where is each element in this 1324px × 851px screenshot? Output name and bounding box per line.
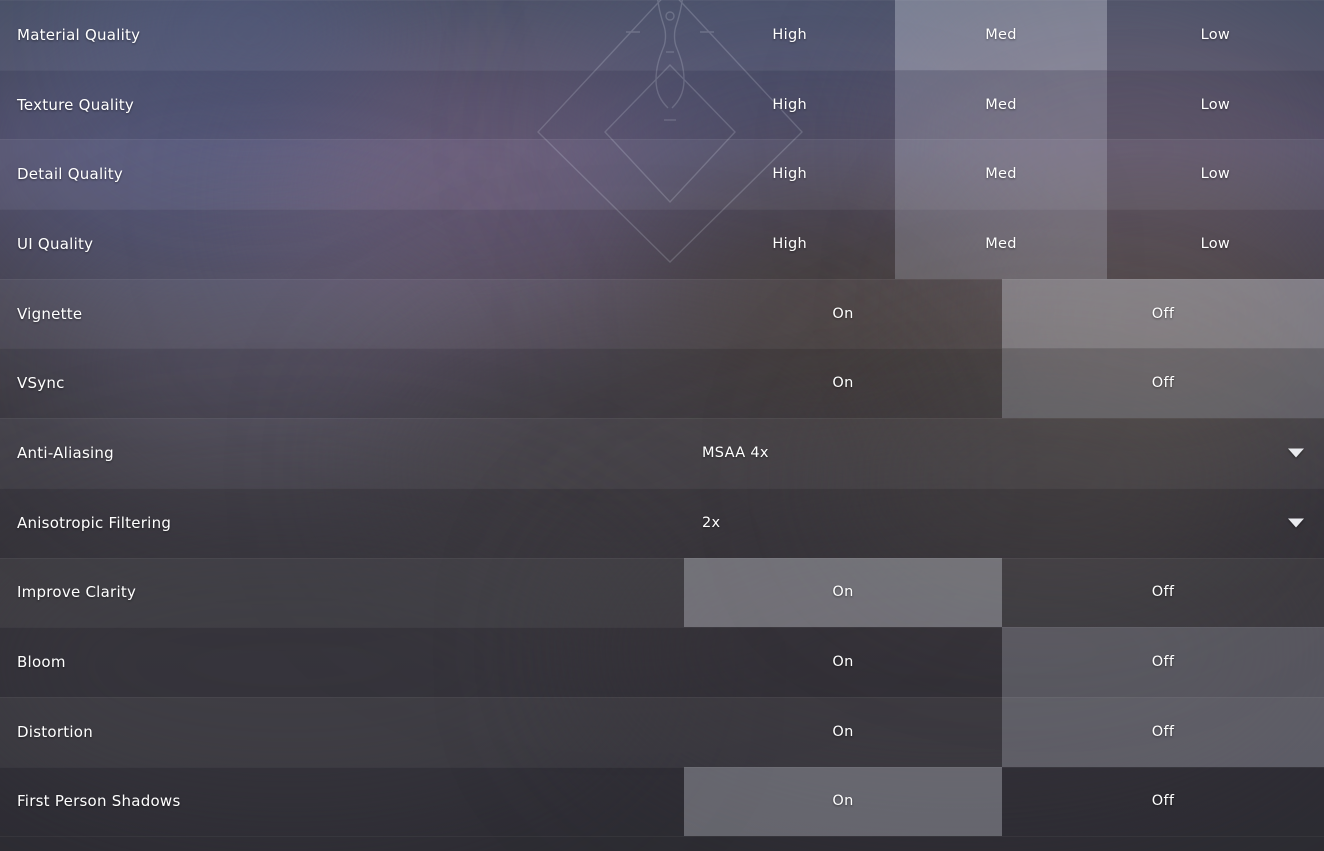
setting-row-detail-quality: Detail Quality High Med Low — [0, 139, 1324, 210]
setting-label: Material Quality — [17, 25, 141, 44]
option-bloom-off[interactable]: Off — [1002, 627, 1324, 697]
dropdown-value-anisotropic-filtering[interactable]: 2x — [702, 515, 720, 531]
dropdown-value-anti-aliasing[interactable]: MSAA 4x — [702, 445, 769, 461]
option-vsync-off[interactable]: Off — [1002, 348, 1324, 419]
option-group-first-person-shadows: On Off — [684, 766, 1324, 837]
option-group-distortion: On Off — [684, 696, 1324, 767]
option-first-person-shadows-off[interactable]: Off — [1002, 767, 1324, 837]
setting-label: First Person Shadows — [17, 792, 181, 811]
setting-label: Anti-Aliasing — [17, 443, 114, 462]
option-distortion-off[interactable]: Off — [1002, 696, 1324, 767]
option-group-bloom: On Off — [684, 627, 1324, 697]
option-detail-quality-med[interactable]: Med — [895, 139, 1107, 210]
setting-label: UI Quality — [17, 234, 94, 253]
setting-row-texture-quality: Texture Quality High Med Low — [0, 69, 1324, 140]
option-ui-quality-high[interactable]: High — [684, 209, 895, 279]
option-first-person-shadows-on[interactable]: On — [684, 766, 1002, 837]
option-material-quality-high[interactable]: High — [684, 0, 895, 70]
option-texture-quality-med[interactable]: Med — [895, 69, 1107, 140]
option-improve-clarity-on[interactable]: On — [684, 557, 1002, 628]
setting-row-distortion: Distortion On Off — [0, 696, 1324, 767]
setting-label: Improve Clarity — [17, 583, 137, 602]
settings-list: Material Quality High Med Low Texture Qualit… — [0, 0, 1324, 851]
setting-row-improve-clarity: Improve Clarity On Off — [0, 557, 1324, 628]
setting-label: Vignette — [17, 304, 83, 323]
option-texture-quality-high[interactable]: High — [684, 70, 895, 140]
setting-row-anisotropic-filtering: Anisotropic Filtering 2x — [0, 487, 1324, 558]
option-distortion-on[interactable]: On — [684, 697, 1002, 767]
option-improve-clarity-off[interactable]: Off — [1002, 558, 1324, 628]
setting-row-partial — [0, 836, 1324, 851]
option-group-detail-quality: High Med Low — [684, 139, 1324, 210]
setting-label: Distortion — [17, 722, 93, 741]
option-texture-quality-low[interactable]: Low — [1107, 70, 1324, 140]
setting-label: Texture Quality — [17, 95, 135, 114]
video-settings-screen: Material Quality High Med Low Texture Qualit… — [0, 0, 1324, 851]
setting-row-vsync: VSync On Off — [0, 348, 1324, 419]
chevron-down-icon[interactable] — [1288, 448, 1304, 458]
option-material-quality-low[interactable]: Low — [1107, 0, 1324, 70]
row-divider — [0, 418, 1324, 420]
option-vignette-off[interactable]: Off — [1002, 278, 1324, 349]
option-vignette-on[interactable]: On — [684, 279, 1002, 349]
option-group-ui-quality: High Med Low — [684, 209, 1324, 279]
setting-label: Bloom — [17, 653, 66, 672]
setting-row-material-quality: Material Quality High Med Low — [0, 0, 1324, 70]
option-vsync-on[interactable]: On — [684, 348, 1002, 418]
setting-row-first-person-shadows: First Person Shadows On Off — [0, 766, 1324, 837]
setting-row-ui-quality: UI Quality High Med Low — [0, 209, 1324, 279]
setting-label: VSync — [17, 374, 65, 393]
option-ui-quality-low[interactable]: Low — [1107, 209, 1324, 279]
option-bloom-on[interactable]: On — [684, 627, 1002, 697]
option-group-vsync: On Off — [684, 348, 1324, 419]
setting-row-vignette: Vignette On Off — [0, 278, 1324, 349]
row-divider — [0, 836, 1324, 838]
setting-row-anti-aliasing: Anti-Aliasing MSAA 4x — [0, 418, 1324, 488]
option-group-material-quality: High Med Low — [684, 0, 1324, 70]
option-group-vignette: On Off — [684, 278, 1324, 349]
option-material-quality-med[interactable]: Med — [895, 0, 1107, 70]
option-detail-quality-high[interactable]: High — [684, 139, 895, 209]
option-ui-quality-med[interactable]: Med — [895, 209, 1107, 279]
setting-label: Detail Quality — [17, 165, 124, 184]
setting-row-bloom: Bloom On Off — [0, 627, 1324, 697]
option-group-texture-quality: High Med Low — [684, 69, 1324, 140]
option-detail-quality-low[interactable]: Low — [1107, 139, 1324, 209]
setting-label: Anisotropic Filtering — [17, 513, 172, 532]
row-divider — [0, 487, 1324, 489]
option-group-improve-clarity: On Off — [684, 557, 1324, 628]
chevron-down-icon[interactable] — [1288, 518, 1304, 528]
